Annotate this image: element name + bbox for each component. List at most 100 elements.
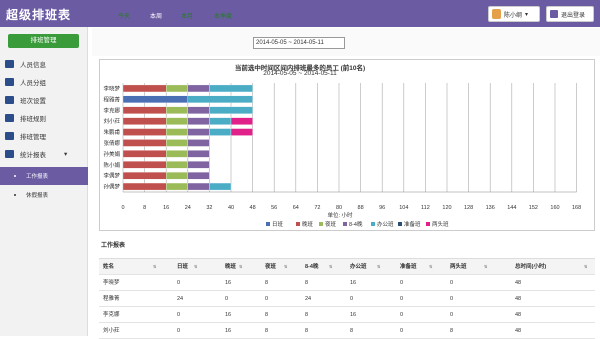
- sort-icon[interactable]: ⇅: [239, 265, 242, 269]
- legend-label: 办公班: [377, 220, 394, 228]
- legend-label: 两头班: [432, 220, 449, 228]
- table-cell: 0: [177, 312, 181, 318]
- column-header[interactable]: 办公班: [350, 259, 367, 275]
- bar-segment: [187, 171, 210, 180]
- x-tick-label: 152: [529, 205, 538, 211]
- table-cell: 李晓梦: [103, 280, 120, 286]
- sort-icon[interactable]: ⇅: [584, 265, 587, 269]
- y-tick-label: 李晓梦: [103, 84, 120, 92]
- bar-segment: [122, 182, 167, 191]
- bar-segment: [166, 117, 188, 125]
- x-tick-label: 144: [507, 205, 516, 211]
- sort-icon[interactable]: ⇅: [284, 265, 287, 269]
- table-cell: 16: [225, 280, 232, 286]
- x-tick-label: 48: [250, 205, 256, 211]
- y-tick-label: 陈小娟: [103, 161, 120, 169]
- x-tick-label: 160: [550, 205, 559, 211]
- table-cell: 24: [177, 296, 184, 302]
- table-cell: 16: [350, 312, 357, 318]
- x-tick-label: 128: [464, 205, 473, 211]
- table-cell: 0: [400, 328, 404, 334]
- bar-segment: [122, 150, 167, 158]
- sort-icon[interactable]: ⇅: [153, 265, 156, 269]
- table-cell: 16: [225, 328, 232, 334]
- bar-segment: [187, 106, 210, 114]
- y-tick-label: 李克娜: [103, 106, 120, 114]
- table-cell: 48: [515, 296, 522, 302]
- bar-segment: [187, 161, 210, 169]
- legend-label: 日班: [272, 220, 284, 228]
- column-header[interactable]: 8-4晚: [305, 259, 318, 275]
- bar-segment: [230, 128, 253, 136]
- bar-segment: [122, 106, 167, 114]
- table-cell: 刘小荭: [103, 328, 120, 334]
- column-header[interactable]: 夜班: [265, 259, 276, 275]
- legend-swatch: [371, 222, 375, 226]
- bar-segment: [166, 171, 188, 180]
- column-header[interactable]: 晚班: [225, 259, 236, 275]
- table-cell: 8: [450, 328, 454, 334]
- table-cell: 48: [515, 312, 522, 318]
- legend-label: 晚班: [302, 220, 314, 228]
- x-axis-label: 单位: 小时: [327, 211, 353, 219]
- table-cell: 16: [225, 312, 232, 318]
- bar-segment: [187, 139, 210, 147]
- bar-segment: [209, 182, 232, 191]
- column-header[interactable]: 日班: [177, 259, 188, 275]
- x-tick-label: 168: [572, 205, 581, 211]
- table-cell: 16: [350, 280, 357, 286]
- legend-swatch: [343, 222, 347, 226]
- table-header-row: 姓名 ⇅ 日班 ⇅ 晚班 ⇅ 夜班 ⇅ 8-4晚 ⇅ 办公班 ⇅ 准备班 ⇅ 两头班 ⇅ 总时间(小时) ⇅: [99, 259, 595, 275]
- table-cell: 8: [305, 312, 309, 318]
- bar-segment: [187, 84, 210, 93]
- column-header[interactable]: 两头班: [450, 259, 467, 275]
- column-header[interactable]: 总时间(小时): [515, 259, 546, 275]
- bar-segment: [209, 128, 232, 136]
- x-tick-label: 8: [143, 205, 146, 211]
- table-cell: 李克娜: [103, 312, 120, 318]
- table-cell: 8: [350, 328, 354, 334]
- x-tick-label: 80: [336, 205, 342, 211]
- bar-segment: [187, 150, 210, 158]
- table-cell: 0: [225, 296, 229, 302]
- x-tick-label: 16: [163, 205, 169, 211]
- x-tick-label: 112: [421, 205, 430, 211]
- table-row: 刘小荭 0 16 8 8 8 0 8 48: [99, 323, 595, 339]
- x-tick-label: 40: [228, 205, 234, 211]
- y-tick-label: 李偶梦: [103, 172, 120, 180]
- sort-icon[interactable]: ⇅: [329, 265, 332, 269]
- bar-segment: [166, 139, 188, 147]
- legend-swatch: [266, 222, 270, 226]
- bar-segment: [122, 95, 188, 103]
- sort-icon[interactable]: ⇅: [194, 265, 197, 269]
- y-tick-label: 孙美娟: [103, 150, 120, 158]
- table-cell: 0: [265, 296, 269, 302]
- table-cell: 8: [265, 328, 269, 334]
- x-tick-label: 56: [271, 205, 277, 211]
- table-cell: 48: [515, 328, 522, 334]
- y-tick-label: 张倩娜: [103, 139, 120, 147]
- bar-segment: [187, 95, 253, 103]
- legend-label: 准备班: [404, 220, 421, 228]
- table-cell: 8: [265, 280, 269, 286]
- table-cell: 0: [400, 312, 404, 318]
- bar-segment: [122, 161, 167, 169]
- table-cell: 0: [177, 280, 181, 286]
- report-table: 姓名 ⇅ 日班 ⇅ 晚班 ⇅ 夜班 ⇅ 8-4晚 ⇅ 办公班 ⇅ 准备班 ⇅ 两头班 ⇅ 总时间(小时) ⇅ 李晓梦…: [99, 258, 595, 339]
- table-cell: 0: [350, 296, 354, 302]
- sort-icon[interactable]: ⇅: [484, 265, 487, 269]
- sort-icon[interactable]: ⇅: [377, 265, 380, 269]
- y-tick-label: 程雅菁: [103, 95, 120, 103]
- bar-segment: [122, 139, 167, 147]
- table-cell: 程雅菁: [103, 296, 120, 302]
- column-header[interactable]: 准备班: [400, 259, 417, 275]
- x-tick-label: 24: [185, 205, 191, 211]
- table-cell: 48: [515, 280, 522, 286]
- legend-label: 夜班: [325, 220, 337, 228]
- y-tick-label: 刘小荭: [103, 117, 120, 125]
- table-cell: 8: [265, 312, 269, 318]
- legend-label: 8-4晚: [349, 220, 363, 228]
- bar-segment: [187, 117, 210, 125]
- column-header[interactable]: 姓名: [103, 259, 114, 275]
- sort-icon[interactable]: ⇅: [429, 265, 432, 269]
